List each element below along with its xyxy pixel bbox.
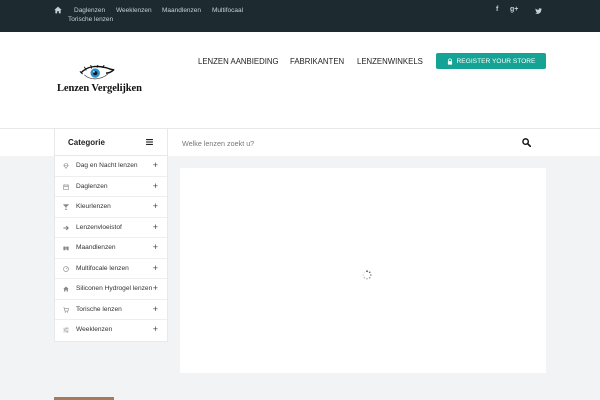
lock-icon xyxy=(447,57,452,65)
site-logo-text[interactable]: Lenzen Vergelijken xyxy=(57,83,142,94)
expand-plus-icon[interactable]: + xyxy=(153,263,158,273)
top-nav-daglenzen[interactable]: Daglenzen xyxy=(74,7,105,14)
category-item-siliconen-hydrogel[interactable]: Siliconen Hydrogel lenzen + xyxy=(55,279,167,300)
category-title: Categorie xyxy=(68,138,105,147)
category-item-label: Multifocale lenzen xyxy=(76,264,129,272)
category-item-lenzenvloeistof[interactable]: Lenzenvloeistof + xyxy=(55,218,167,238)
dashboard-icon xyxy=(63,265,69,272)
home-icon[interactable] xyxy=(54,6,62,14)
binoculars-icon xyxy=(63,246,69,251)
category-item-label: Torische lenzen xyxy=(76,305,122,313)
category-item-multifocale[interactable]: Multifocale lenzen + xyxy=(55,259,167,279)
top-nav-multifocaal[interactable]: Multifocaal xyxy=(212,7,243,14)
nav-lenzen-aanbieding[interactable]: LENZEN AANBIEDING xyxy=(198,57,279,66)
top-nav-weeklenzen[interactable]: Weeklenzen xyxy=(116,7,152,14)
category-item-label: Lenzenvloeistof xyxy=(76,223,122,231)
expand-plus-icon[interactable]: + xyxy=(153,283,158,293)
expand-plus-icon[interactable]: + xyxy=(153,222,158,232)
category-item-label: Maandlenzen xyxy=(76,244,116,251)
site-header: Lenzen Vergelijken LENZEN AANBIEDING FAB… xyxy=(0,32,600,128)
category-header[interactable]: Categorie xyxy=(54,129,168,157)
eye-logo-icon[interactable] xyxy=(78,65,116,83)
category-item-label: Siliconen Hydrogel lenzen xyxy=(76,285,153,292)
twitter-icon[interactable] xyxy=(535,8,542,14)
category-item-weeklenzen[interactable]: Weeklenzen + xyxy=(55,320,167,341)
filter-bar: Categorie xyxy=(0,128,600,157)
top-bar: Daglenzen Weeklenzen Maandlenzen Multifo… xyxy=(0,0,600,32)
category-item-kleurlenzen[interactable]: Kleurlenzen + xyxy=(55,197,167,218)
home-icon xyxy=(63,286,69,292)
search-input[interactable] xyxy=(182,136,502,150)
category-item-label: Kleurlenzen xyxy=(76,203,111,210)
diamond-icon xyxy=(63,163,69,169)
arrow-right-icon xyxy=(63,225,69,230)
category-item-maandlenzen[interactable]: Maandlenzen + xyxy=(55,238,167,259)
category-item-torische[interactable]: Torische lenzen + xyxy=(55,300,167,320)
calendar-icon xyxy=(63,183,69,190)
expand-plus-icon[interactable]: + xyxy=(153,181,158,191)
top-nav-torische-lenzen[interactable]: Torische lenzen xyxy=(68,16,113,23)
top-nav-maandlenzen[interactable]: Maandlenzen xyxy=(162,7,201,14)
search-icon[interactable] xyxy=(522,138,531,147)
menu-icon[interactable] xyxy=(146,139,153,145)
facebook-icon[interactable]: f xyxy=(496,6,498,13)
google-plus-icon[interactable]: g+ xyxy=(510,6,518,13)
expand-plus-icon[interactable]: + xyxy=(153,304,158,314)
nav-lenzenwinkels[interactable]: LENZENWINKELS xyxy=(357,57,423,66)
expand-plus-icon[interactable]: + xyxy=(153,201,158,211)
cart-icon xyxy=(63,306,69,313)
category-item-daglenzen[interactable]: Daglenzen + xyxy=(55,177,167,197)
category-item-label: Weeklenzen xyxy=(76,326,113,333)
expand-plus-icon[interactable]: + xyxy=(153,160,158,170)
register-store-button[interactable]: REGISTER YOUR STORE xyxy=(436,53,546,69)
expand-plus-icon[interactable]: + xyxy=(153,242,158,252)
category-item-label: Dag en Nacht lenzen xyxy=(76,162,138,169)
category-list: Dag en Nacht lenzen + Daglenzen + Kleurl… xyxy=(54,155,168,342)
loading-spinner-icon xyxy=(362,270,372,280)
sliders-icon xyxy=(63,327,69,333)
nav-fabrikanten[interactable]: FABRIKANTEN xyxy=(290,57,344,66)
register-store-label: REGISTER YOUR STORE xyxy=(456,57,536,65)
category-item-label: Daglenzen xyxy=(76,182,108,190)
cocktail-icon xyxy=(63,204,69,210)
category-item-dag-en-nacht[interactable]: Dag en Nacht lenzen + xyxy=(55,156,167,177)
expand-plus-icon[interactable]: + xyxy=(153,324,158,334)
